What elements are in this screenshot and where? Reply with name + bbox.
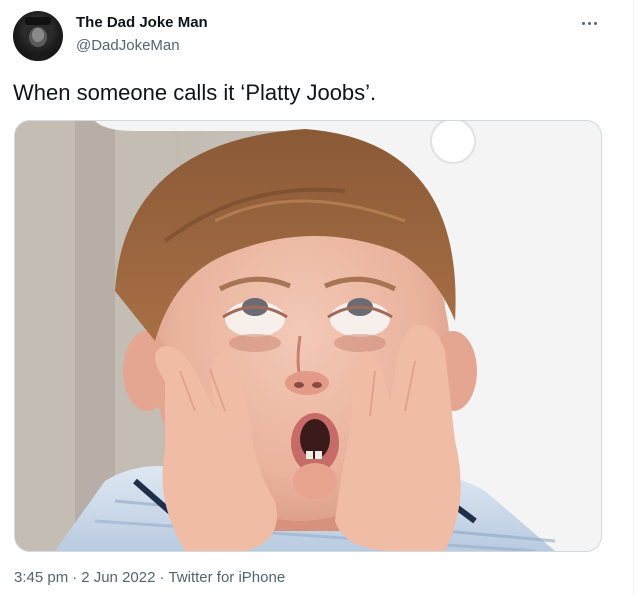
tweet-media-photo[interactable] <box>14 120 602 552</box>
avatar[interactable] <box>13 11 63 61</box>
more-horizontal-icon <box>581 21 585 25</box>
more-horizontal-icon-dot <box>593 21 597 25</box>
author-handle[interactable]: @DadJokeMan <box>76 37 180 54</box>
photo-boy-surprised-face <box>15 121 601 551</box>
tweet-time[interactable]: 3:45 pm <box>14 569 68 586</box>
more-options-button[interactable] <box>572 8 606 38</box>
meta-separator-2: · <box>159 569 165 586</box>
author-display-name[interactable]: The Dad Joke Man <box>76 14 208 31</box>
more-horizontal-icon-dot <box>587 21 591 25</box>
tweet-date[interactable]: 2 Jun 2022 <box>81 569 155 586</box>
tweet-source[interactable]: Twitter for iPhone <box>168 569 285 586</box>
tweet-card: The Dad Joke Man @DadJokeMan When someon… <box>0 0 634 594</box>
tweet-text: When someone calls it ‘Platty Joobs’. <box>13 80 377 105</box>
meta-separator: · <box>72 569 78 586</box>
avatar-image <box>21 17 55 61</box>
tweet-metadata: 3:45 pm · 2 Jun 2022 · Twitter for iPhone <box>14 569 285 586</box>
